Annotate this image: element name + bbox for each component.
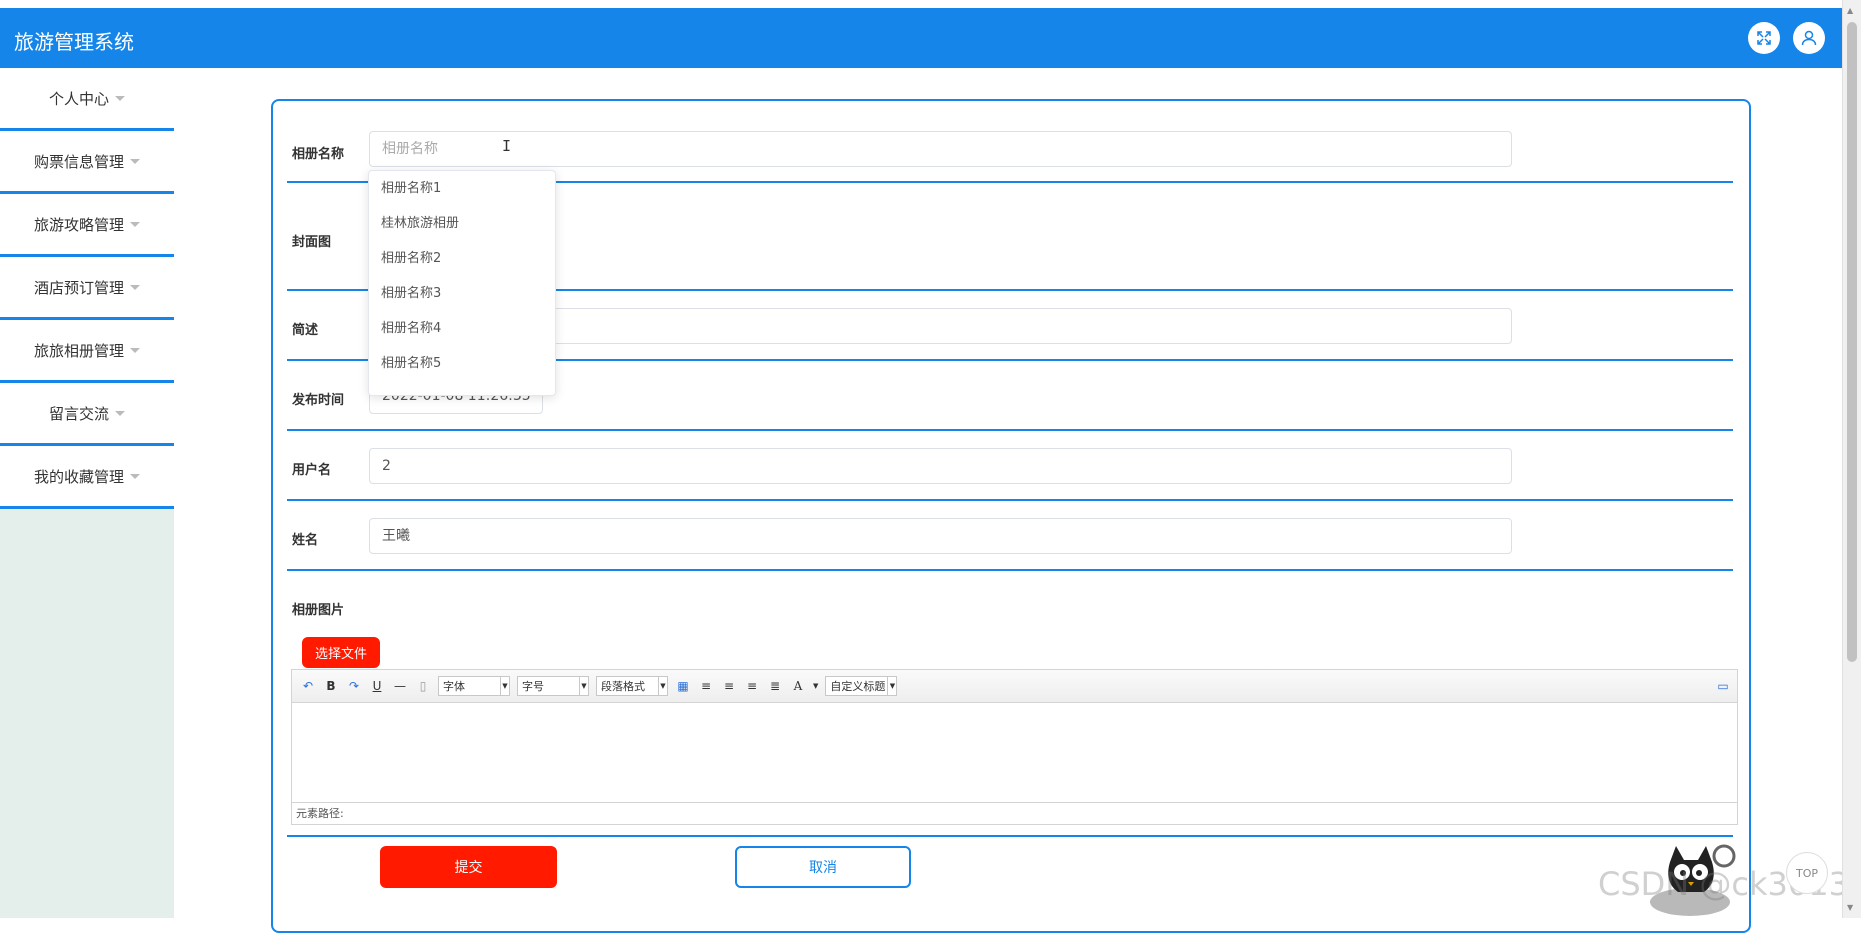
font-size-select[interactable]: 字号 ▼ [517, 676, 589, 696]
submit-button[interactable]: 提交 [380, 846, 557, 888]
caret-down-icon [115, 95, 125, 101]
sidebar-item-ticket-management[interactable]: 购票信息管理 [0, 131, 174, 194]
cancel-button[interactable]: 取消 [735, 846, 911, 888]
align-justify-icon[interactable]: ≣ [767, 679, 783, 693]
sidebar-item-label: 旅旅相册管理 [33, 341, 124, 360]
album-images-label: 相册图片 [292, 603, 345, 618]
suggestion-item[interactable]: 相册名称2 [369, 241, 555, 276]
sidebar-item-album-management[interactable]: 旅旅相册管理 [0, 320, 174, 383]
caret-down-icon [130, 284, 140, 290]
summary-label: 简述 [292, 323, 319, 338]
paragraph-format-select[interactable]: 段落格式 ▼ [596, 676, 668, 696]
undo-icon[interactable]: ↶ [300, 679, 316, 693]
sidebar-item-hotel-booking-management[interactable]: 酒店预订管理 [0, 257, 174, 320]
sidebar-item-travel-guide-management[interactable]: 旅游攻略管理 [0, 194, 174, 257]
page-top-margin [0, 0, 1861, 8]
suggestion-item[interactable]: 相册名称5 [369, 346, 555, 381]
sidebar-item-messages[interactable]: 留言交流 [0, 383, 174, 446]
app-title: 旅游管理系统 [14, 30, 134, 54]
align-right-icon[interactable]: ≡ [721, 679, 737, 693]
fullscreen-icon [1757, 31, 1771, 45]
username-input[interactable]: 2 [369, 448, 1512, 484]
redo-icon[interactable]: ↷ [346, 679, 362, 693]
fullscreen-button[interactable] [1748, 22, 1780, 54]
name-input[interactable]: 王曦 [369, 518, 1512, 554]
username-label: 用户名 [292, 463, 332, 478]
dropdown-arrow-icon: ▼ [500, 677, 509, 695]
back-to-top-label: TOP [1795, 866, 1818, 880]
sidebar-item-personal-center[interactable]: 个人中心 [0, 68, 174, 131]
bold-icon[interactable]: B [323, 679, 339, 693]
caret-down-icon [130, 347, 140, 353]
page-icon[interactable]: ▯ [415, 679, 431, 693]
text-cursor-icon: I [502, 137, 512, 155]
back-to-top-button[interactable]: TOP [1786, 852, 1828, 894]
publish-time-label: 发布时间 [292, 393, 345, 408]
sidebar-item-label: 购票信息管理 [33, 152, 124, 171]
page-scrollbar[interactable]: ▲ ▼ [1842, 0, 1861, 918]
suggestion-item[interactable]: 相册名称1 [369, 171, 555, 206]
form-row-name: 姓名 王曦 [287, 501, 1733, 571]
horizontal-rule-icon[interactable]: — [392, 679, 408, 693]
dropdown-arrow-icon: ▼ [887, 677, 896, 695]
align-left-icon[interactable]: ≡ [698, 679, 714, 693]
sidebar-item-label: 酒店预订管理 [33, 278, 124, 297]
suggestion-item[interactable]: 相册名称3 [369, 276, 555, 311]
sidebar-item-label: 我的收藏管理 [33, 467, 124, 486]
dropdown-arrow-icon[interactable]: ▼ [813, 682, 818, 690]
sidebar-item-favorites-management[interactable]: 我的收藏管理 [0, 446, 174, 509]
underline-icon[interactable]: U [369, 679, 385, 693]
caret-down-icon [115, 410, 125, 416]
paragraph-format-value: 段落格式 [601, 680, 645, 693]
form-row-username: 用户名 2 [287, 431, 1733, 501]
font-family-select[interactable]: 字体 ▼ [438, 676, 510, 696]
sidebar-item-label: 个人中心 [48, 89, 109, 108]
suggestion-item[interactable]: 桂林旅游相册 [369, 206, 555, 241]
editor-toolbar: ↶ B ↷ U — ▯ 字体 ▼ 字号 ▼ 段落格式 ▼ ▦ ≡ ≡ ≡ ≣ A… [292, 670, 1737, 703]
caret-down-icon [130, 221, 140, 227]
table-icon[interactable]: ▦ [675, 679, 691, 693]
scroll-down-icon[interactable]: ▼ [1847, 903, 1853, 912]
user-avatar-icon [1801, 30, 1817, 46]
user-button[interactable] [1793, 22, 1825, 54]
align-center-icon[interactable]: ≡ [744, 679, 760, 693]
scroll-up-icon[interactable]: ▲ [1847, 6, 1853, 15]
album-name-input[interactable] [369, 131, 1512, 167]
caret-down-icon [130, 473, 140, 479]
custom-title-select[interactable]: 自定义标题 ▼ [825, 676, 898, 696]
sidebar-item-label: 旅游攻略管理 [33, 215, 124, 234]
top-navbar: 旅游管理系统 [0, 8, 1843, 68]
dropdown-arrow-icon: ▼ [579, 677, 588, 695]
sidebar: 个人中心 购票信息管理 旅游攻略管理 酒店预订管理 旅旅相册管理 留言交流 我的… [0, 68, 174, 918]
fullscreen-editor-icon[interactable]: ▭ [1715, 679, 1731, 693]
cover-label: 封面图 [292, 235, 332, 250]
editor-content-area[interactable] [292, 703, 1737, 797]
scrollbar-thumb[interactable] [1847, 22, 1857, 662]
font-color-icon[interactable]: A [790, 679, 806, 693]
sidebar-item-label: 留言交流 [48, 404, 109, 423]
font-family-value: 字体 [443, 680, 465, 693]
album-name-suggestions: 相册名称1 桂林旅游相册 相册名称2 相册名称3 相册名称4 相册名称5 [368, 170, 556, 396]
rich-text-editor: ↶ B ↷ U — ▯ 字体 ▼ 字号 ▼ 段落格式 ▼ ▦ ≡ ≡ ≡ ≣ A… [291, 669, 1738, 825]
album-name-label: 相册名称 [292, 147, 345, 162]
caret-down-icon [130, 158, 140, 164]
editor-element-path: 元素路径: [292, 802, 1737, 824]
suggestion-item[interactable]: 相册名称4 [369, 311, 555, 346]
name-label: 姓名 [292, 533, 319, 548]
dropdown-arrow-icon: ▼ [658, 677, 667, 695]
custom-title-value: 自定义标题 [830, 680, 886, 693]
font-size-value: 字号 [522, 680, 544, 693]
choose-file-button[interactable]: 选择文件 [302, 637, 380, 668]
